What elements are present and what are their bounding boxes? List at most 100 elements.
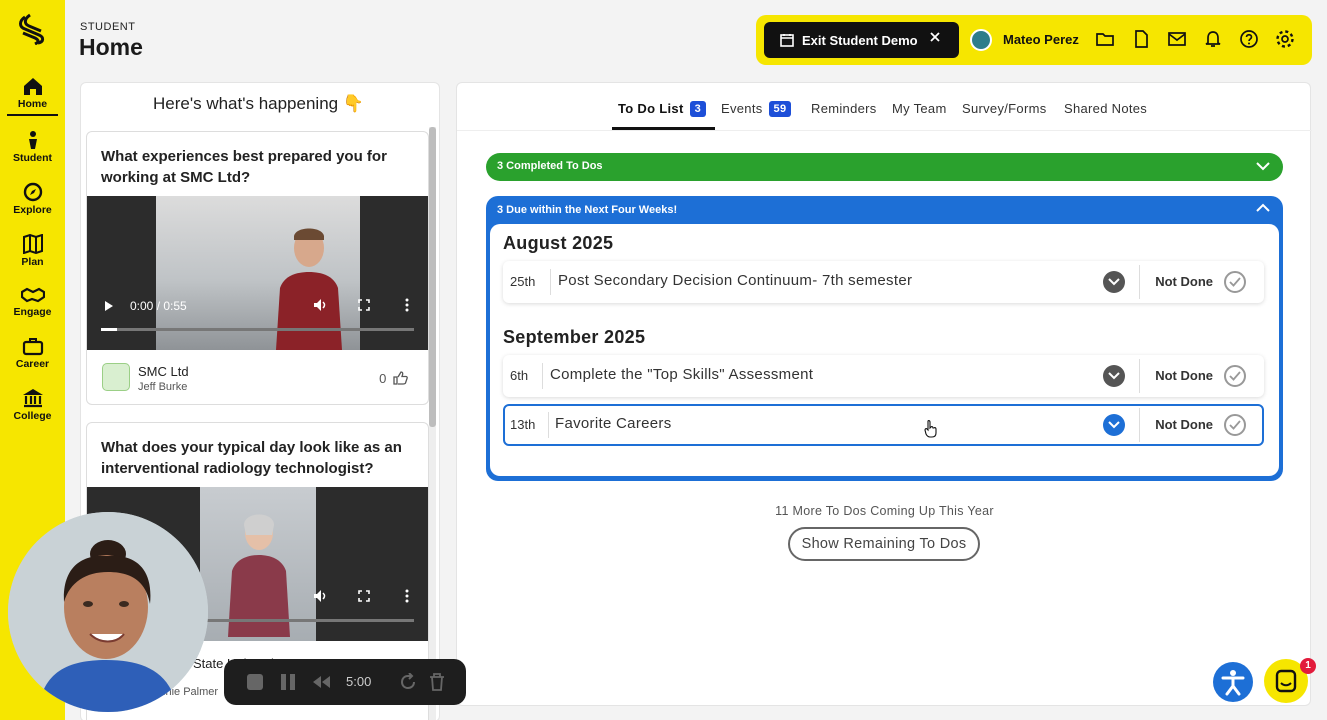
card-question: What does your typical day look like as … bbox=[101, 439, 402, 477]
sidebar-item-label: Student bbox=[12, 152, 53, 164]
webcam-overlay[interactable] bbox=[8, 512, 208, 712]
sidebar-item-home[interactable]: Home bbox=[0, 76, 65, 116]
volume-icon[interactable] bbox=[313, 589, 328, 603]
tab-to-do-list[interactable]: To Do List 3 bbox=[618, 101, 707, 117]
play-icon[interactable] bbox=[104, 300, 114, 312]
todo-status: Not Done bbox=[1155, 274, 1213, 289]
trash-icon[interactable] bbox=[429, 673, 445, 691]
more-options-icon[interactable] bbox=[405, 298, 409, 312]
scrollbar-thumb[interactable] bbox=[429, 127, 436, 427]
video-frame bbox=[156, 196, 360, 350]
accessibility-button[interactable] bbox=[1213, 662, 1253, 702]
sidebar-item-engage[interactable]: Engage bbox=[0, 286, 65, 318]
restart-icon[interactable] bbox=[399, 673, 417, 691]
tab-events[interactable]: Events 59 bbox=[721, 101, 792, 117]
checkmark-icon bbox=[1229, 277, 1241, 287]
avatar[interactable] bbox=[970, 29, 992, 51]
sidebar-item-plan[interactable]: Plan bbox=[0, 234, 65, 268]
divider bbox=[548, 412, 549, 438]
person-name: Jeff Burke bbox=[138, 381, 188, 393]
user-name[interactable]: Mateo Perez bbox=[1003, 32, 1079, 47]
todo-status: Not Done bbox=[1155, 417, 1213, 432]
divider bbox=[457, 130, 1312, 131]
help-icon[interactable] bbox=[1239, 29, 1259, 49]
tab-reminders[interactable]: Reminders bbox=[811, 101, 877, 116]
logo-icon[interactable] bbox=[17, 13, 47, 45]
sidebar-item-label: Plan bbox=[21, 256, 44, 268]
thumbs-up-icon[interactable] bbox=[393, 371, 408, 385]
sidebar-item-label: Home bbox=[17, 98, 48, 110]
tab-my-team[interactable]: My Team bbox=[892, 101, 947, 116]
todo-day: 6th bbox=[510, 368, 529, 383]
rewind-icon[interactable] bbox=[311, 673, 331, 691]
expand-button[interactable] bbox=[1103, 414, 1125, 436]
feed-card[interactable]: What experiences best prepared you for w… bbox=[86, 131, 429, 405]
expand-button[interactable] bbox=[1103, 271, 1125, 293]
company-name[interactable]: SMC Ltd bbox=[138, 364, 189, 379]
sidebar-item-label: Career bbox=[15, 358, 50, 370]
chevron-down-icon[interactable] bbox=[1255, 160, 1271, 172]
chevron-down-icon bbox=[1108, 372, 1120, 380]
more-options-icon[interactable] bbox=[405, 589, 409, 603]
tab-survey-forms[interactable]: Survey/Forms bbox=[962, 101, 1047, 116]
tab-label: Events bbox=[721, 101, 763, 116]
page-subtitle: STUDENT bbox=[80, 21, 136, 33]
checkmark-icon bbox=[1229, 420, 1241, 430]
hand-cursor-icon bbox=[924, 420, 937, 438]
mark-done-button[interactable] bbox=[1224, 365, 1246, 387]
checkmark-icon bbox=[1229, 371, 1241, 381]
todo-row[interactable]: 25th Post Secondary Decision Continuum- … bbox=[503, 261, 1264, 303]
college-icon bbox=[22, 389, 43, 408]
fullscreen-icon[interactable] bbox=[358, 590, 370, 602]
close-icon[interactable] bbox=[929, 31, 941, 43]
video-player[interactable]: 0:00 / 0:55 bbox=[87, 196, 428, 350]
month-heading: September 2025 bbox=[503, 327, 646, 347]
tab-bar: To Do List 3 Events 59 Reminders My Team S… bbox=[457, 101, 1312, 131]
exit-student-demo-button[interactable]: Exit Student Demo bbox=[764, 22, 959, 58]
sidebar-item-college[interactable]: College bbox=[0, 388, 65, 422]
mail-icon[interactable] bbox=[1167, 29, 1187, 49]
bell-icon[interactable] bbox=[1203, 29, 1223, 49]
todo-name[interactable]: Complete the "Top Skills" Assessment bbox=[550, 366, 813, 383]
sidebar-item-career[interactable]: Career bbox=[0, 336, 65, 370]
divider bbox=[542, 363, 543, 389]
todo-row[interactable]: 13th Favorite Careers Not Done bbox=[503, 404, 1264, 446]
compass-icon bbox=[23, 182, 42, 202]
document-icon[interactable] bbox=[1131, 29, 1151, 49]
sidebar-item-explore[interactable]: Explore bbox=[0, 182, 65, 216]
video-time: 0:00 / 0:55 bbox=[130, 299, 187, 313]
divider bbox=[1139, 408, 1140, 442]
handshake-icon bbox=[20, 287, 45, 303]
todo-panel: To Do List 3 Events 59 Reminders My Team S… bbox=[456, 82, 1312, 706]
volume-icon[interactable] bbox=[313, 298, 328, 312]
chevron-up-icon[interactable] bbox=[1255, 202, 1271, 214]
recording-time: 5:00 bbox=[346, 674, 372, 689]
chevron-down-icon bbox=[1108, 421, 1120, 429]
settings-icon[interactable] bbox=[1275, 29, 1295, 49]
like-count[interactable]: 0 bbox=[379, 371, 408, 386]
video-frame bbox=[200, 487, 316, 641]
fullscreen-icon[interactable] bbox=[358, 299, 370, 311]
video-progress-bar[interactable] bbox=[101, 328, 414, 331]
topbar: Exit Student Demo Mateo Perez bbox=[756, 15, 1312, 65]
mark-done-button[interactable] bbox=[1224, 271, 1246, 293]
todo-row[interactable]: 6th Complete the "Top Skills" Assessment… bbox=[503, 355, 1264, 397]
mark-done-button[interactable] bbox=[1224, 414, 1246, 436]
tab-shared-notes[interactable]: Shared Notes bbox=[1064, 101, 1147, 116]
show-remaining-button[interactable]: Show Remaining To Dos bbox=[788, 527, 980, 561]
chat-notification-badge: 1 bbox=[1300, 658, 1316, 674]
due-todos-label[interactable]: 3 Due within the Next Four Weeks! bbox=[497, 204, 677, 216]
completed-todos-bar[interactable]: 3 Completed To Dos bbox=[486, 153, 1283, 181]
todo-name[interactable]: Post Secondary Decision Continuum- 7th s… bbox=[558, 272, 912, 289]
card-footer: SMC Ltd Jeff Burke 0 bbox=[87, 350, 428, 404]
expand-button[interactable] bbox=[1103, 365, 1125, 387]
folder-icon[interactable] bbox=[1095, 29, 1115, 49]
pause-icon[interactable] bbox=[280, 673, 296, 691]
company-logo bbox=[102, 363, 130, 391]
page-title: Home bbox=[79, 34, 143, 60]
stop-icon[interactable] bbox=[246, 673, 264, 691]
todo-name[interactable]: Favorite Careers bbox=[555, 415, 672, 432]
sidebar-item-student[interactable]: Student bbox=[0, 130, 65, 164]
sidebar-item-label: College bbox=[13, 410, 52, 422]
todo-day: 13th bbox=[510, 417, 536, 432]
